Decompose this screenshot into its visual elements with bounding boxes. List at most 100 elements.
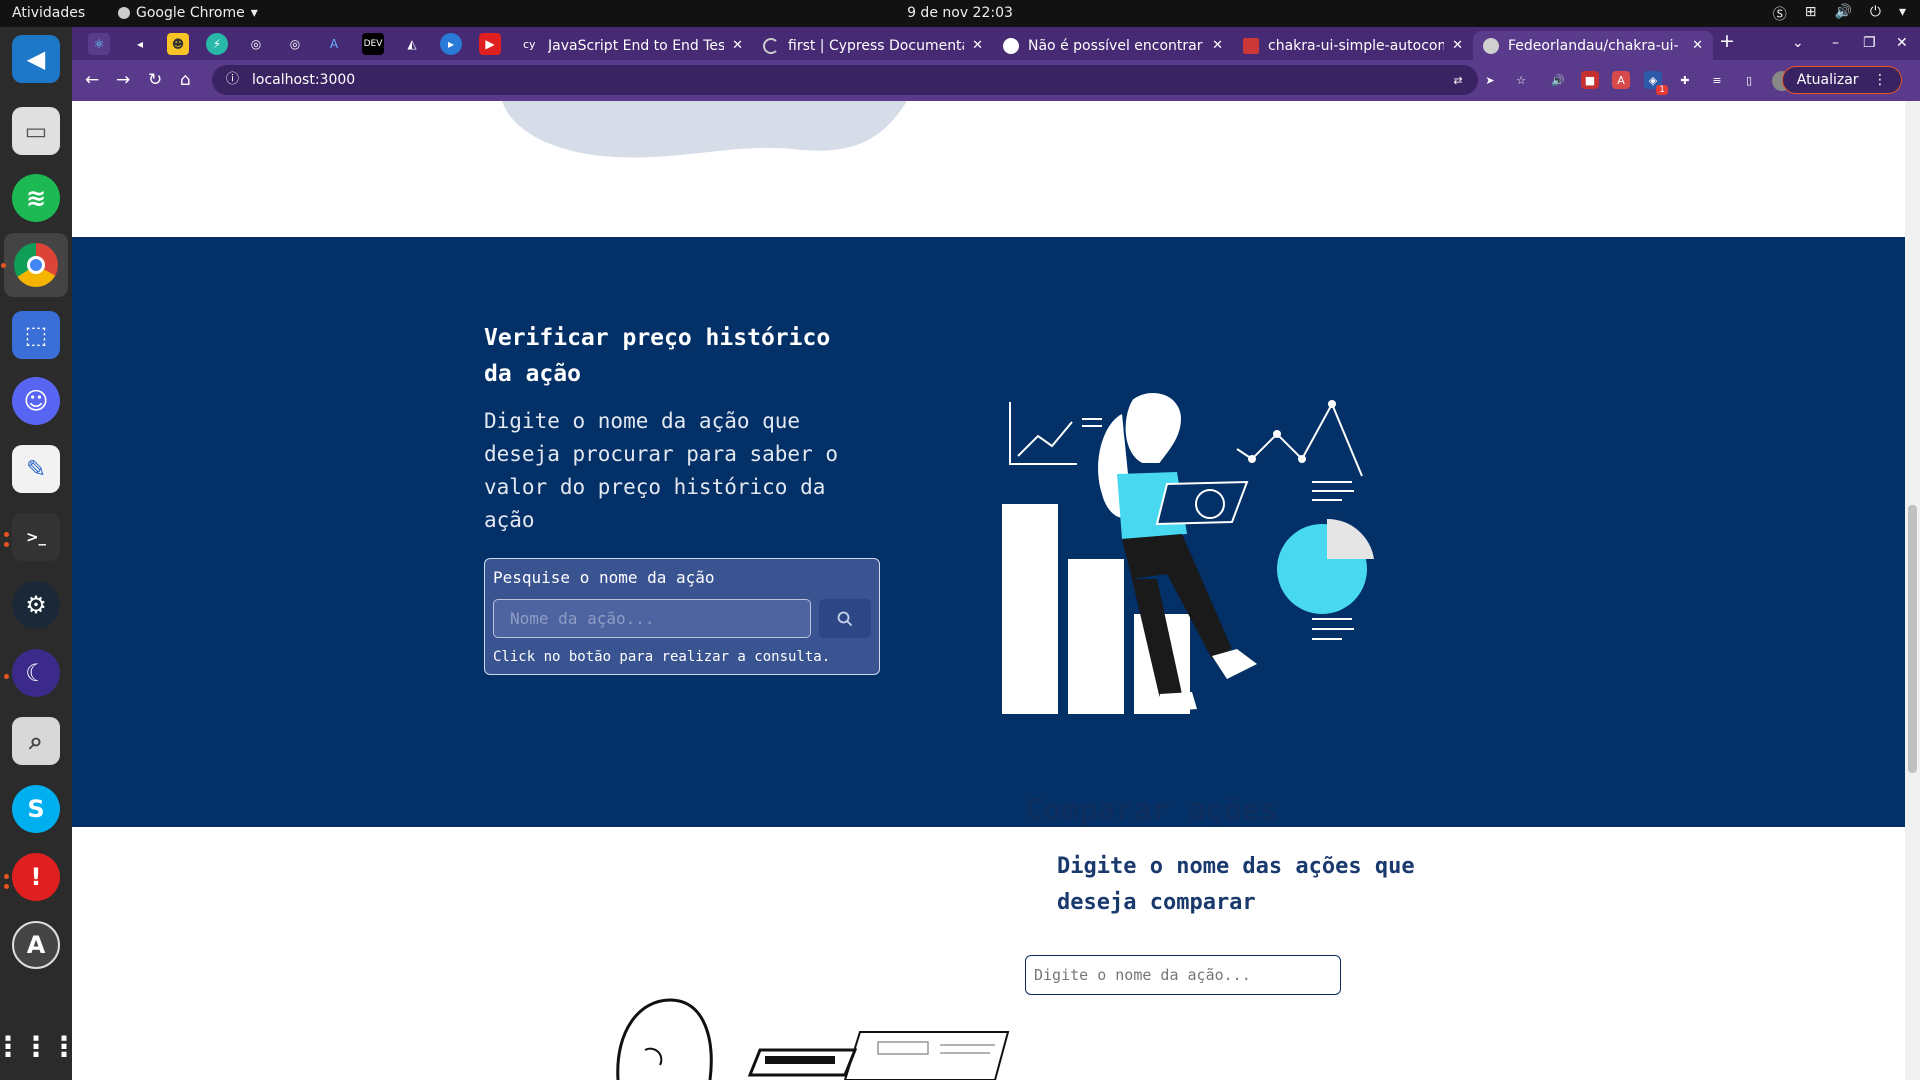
chevron-down-icon: ▾ (250, 5, 258, 21)
tab-search-chevron-icon[interactable]: ⌄ (1792, 35, 1804, 51)
more-menu-icon: ⋮ (1873, 72, 1887, 88)
close-icon[interactable]: ✕ (1452, 38, 1463, 53)
tab-github-repo[interactable]: Fedeorlandau/chakra-ui- ✕ (1473, 31, 1713, 60)
minimize-button[interactable]: – (1832, 35, 1839, 51)
screenshot-icon[interactable]: ⬚ (12, 311, 60, 359)
system-tray[interactable]: Ⓢ ⊞ 🔊 ⏻ ▾ (1773, 4, 1906, 24)
close-window-button[interactable]: ✕ (1896, 35, 1908, 51)
pinned-tab-audio-icon[interactable]: ◂ (129, 33, 151, 55)
compare-subtitle: Digite o nome das ações que deseja compa… (1057, 854, 1415, 915)
tab-google-search[interactable]: Não é possível encontrar ✕ (993, 31, 1233, 60)
volume-icon[interactable]: 🔊 (1834, 4, 1851, 24)
bookmark-star-icon[interactable]: ☆ (1512, 71, 1530, 89)
app-menu[interactable]: Google Chrome ▾ (118, 5, 258, 21)
pinned-tab-github-icon[interactable]: ◎ (245, 33, 267, 55)
running-indicator (4, 884, 9, 889)
cypress-icon: cy (523, 37, 536, 51)
extension-red-icon[interactable]: ■ (1581, 71, 1599, 89)
woman-analytics-illustration (1002, 390, 1374, 714)
running-indicator (1, 263, 6, 268)
text-editor-icon[interactable]: ✎ (12, 445, 60, 493)
address-bar[interactable]: ⓘ localhost:3000 (212, 65, 1478, 95)
skype-icon[interactable]: S (12, 785, 60, 833)
close-icon[interactable]: ✕ (972, 38, 983, 53)
skype-tray-icon[interactable]: Ⓢ (1773, 4, 1787, 24)
pinned-tab-emoji-icon[interactable]: ☻ (167, 33, 189, 55)
pinned-tab-bolt-icon[interactable]: ⚡ (206, 33, 228, 55)
pinned-tab-github-icon[interactable]: ◎ (284, 33, 306, 55)
vscode-icon[interactable]: ◀ (12, 35, 60, 83)
discord-icon[interactable]: ☺ (12, 377, 60, 425)
send-icon[interactable]: ➤ (1481, 71, 1499, 89)
software-center-icon[interactable]: A (12, 921, 60, 969)
running-indicator (4, 874, 9, 879)
npm-icon (1243, 37, 1259, 54)
section-description: Digite o nome da ação que deseja procura… (484, 409, 839, 532)
reload-button[interactable]: ↻ (148, 70, 162, 90)
night-app-icon[interactable]: ☾ (12, 649, 60, 697)
clock[interactable]: 9 de nov 22:03 (0, 5, 1920, 21)
network-icon[interactable]: ⊞ (1805, 4, 1817, 24)
close-icon[interactable]: ✕ (1692, 38, 1703, 53)
web-page: Verificar preço histórico da ação Digite… (72, 101, 1905, 1080)
pinned-tab-youtube-icon[interactable]: ▶ (479, 33, 501, 55)
update-button[interactable]: Atualizar ⋮ (1781, 66, 1902, 94)
extension-badge-icon[interactable]: ◈ 1 (1644, 71, 1668, 95)
stock-search-input[interactable] (493, 599, 811, 638)
new-tab-button[interactable]: + (1719, 30, 1735, 52)
home-button[interactable]: ⌂ (180, 70, 191, 90)
pinned-tab-app-icon[interactable]: ◭ (401, 33, 423, 55)
media-control-icon[interactable]: 🔊 (1549, 71, 1567, 89)
search-icon (837, 611, 853, 626)
steam-icon[interactable]: ⚙ (12, 581, 60, 629)
tab-title: chakra-ui-simple-autocom (1268, 37, 1445, 54)
running-indicator (4, 532, 9, 537)
back-button[interactable]: ← (85, 70, 99, 90)
side-panel-icon[interactable]: ▯ (1740, 71, 1758, 89)
forward-button[interactable]: → (116, 70, 130, 90)
woman-reading-illustration (616, 998, 1010, 1080)
scrollbar-thumb[interactable] (1908, 505, 1917, 773)
tab-cypress-js[interactable]: cy JavaScript End to End Tes ✕ (513, 31, 753, 60)
github-icon (1483, 37, 1499, 54)
files-icon[interactable]: ▭ (12, 107, 60, 155)
stock-search-card: Pesquise o nome da ação Click no botão p… (484, 558, 880, 675)
info-icon[interactable]: ⓘ (226, 65, 239, 95)
dock: ◀ ▭ ≋ ⬚ ☺ ✎ >_ ⚙ ☾ ⌕ S ! A ⋮⋮⋮ (0, 27, 78, 1080)
app-grid-icon[interactable]: ⋮⋮⋮ (0, 1022, 78, 1070)
extension-badge-count: 1 (1656, 85, 1668, 95)
chevron-down-icon[interactable]: ▾ (1899, 4, 1906, 24)
close-icon[interactable]: ✕ (1212, 38, 1223, 53)
magnifier-icon[interactable]: ⌕ (12, 717, 60, 765)
extension-pdf-icon[interactable]: A (1612, 71, 1630, 89)
running-indicator (4, 674, 9, 679)
section-title: Verificar preço histórico da ação (484, 325, 831, 387)
chrome-icon[interactable] (4, 233, 68, 297)
tab-cypress-docs[interactable]: first | Cypress Documenta ✕ (753, 31, 993, 60)
tab-title: JavaScript End to End Tes (548, 37, 725, 54)
spotify-icon[interactable]: ≋ (12, 174, 60, 222)
system-top-bar: Atividades Google Chrome ▾ 9 de nov 22:0… (0, 0, 1920, 27)
close-icon[interactable]: ✕ (732, 38, 743, 53)
tab-npm-package[interactable]: chakra-ui-simple-autocom ✕ (1233, 31, 1473, 60)
browser-tab-strip: ⚛ ◂ ☻ ⚡ ◎ ◎ A DEV ◭ ▸ ▶ cy JavaScript En… (72, 27, 1920, 60)
tab-title: Fedeorlandau/chakra-ui- (1508, 37, 1679, 54)
terminal-icon[interactable]: >_ (12, 513, 60, 561)
pinned-tab-font-icon[interactable]: A (323, 33, 345, 55)
compare-stock-input[interactable] (1025, 955, 1341, 995)
activities-button[interactable]: Atividades (12, 5, 85, 21)
puzzle-extensions-icon[interactable]: ✚ (1676, 71, 1694, 89)
restore-button[interactable]: ❐ (1863, 35, 1876, 51)
pinned-tab-dev-icon[interactable]: DEV (362, 33, 384, 55)
pinned-tab-play-icon[interactable]: ▸ (440, 33, 462, 55)
browser-toolbar: ← → ↻ ⌂ ⓘ localhost:3000 ⇄ ➤ ☆ 🔊 ■ A ◈ 1… (72, 60, 1920, 101)
compare-title: Comparar ações (1025, 793, 1278, 828)
chrome-logo-icon (14, 243, 58, 287)
power-icon[interactable]: ⏻ (1870, 4, 1881, 24)
google-icon (1003, 37, 1019, 54)
pinned-tab-react-icon[interactable]: ⚛ (88, 33, 110, 55)
translate-icon[interactable]: ⇄ (1449, 71, 1467, 89)
alert-icon[interactable]: ! (12, 853, 60, 901)
reading-list-icon[interactable]: ≡ (1708, 71, 1726, 89)
search-button[interactable] (819, 599, 871, 638)
